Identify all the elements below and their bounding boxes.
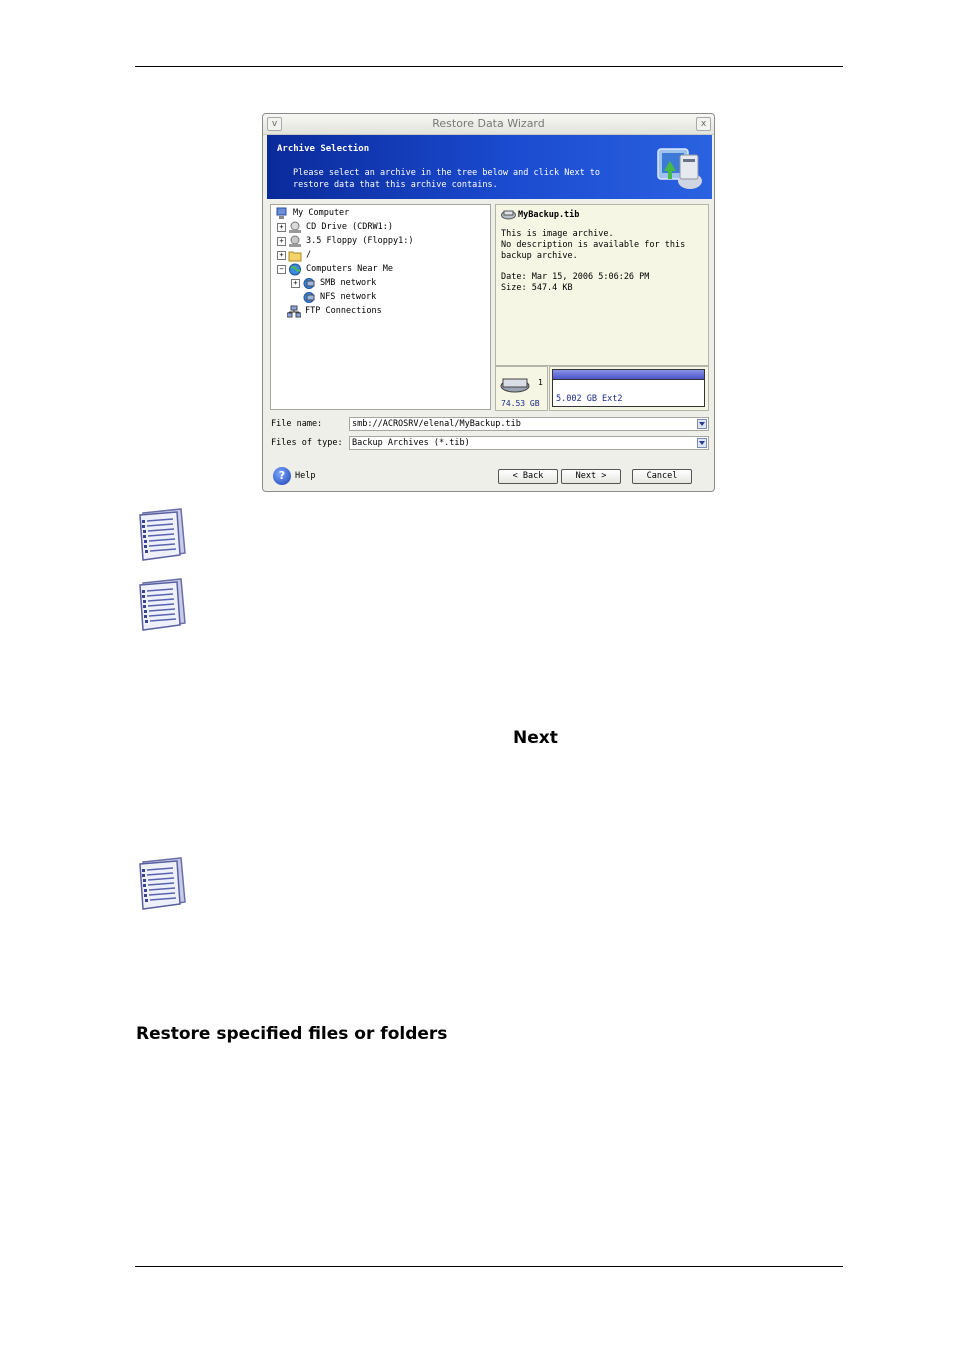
collapse-toggle[interactable]: −	[277, 264, 286, 274]
tree-item-label: Computers Near Me	[306, 264, 393, 274]
tree-item-label: 3.5 Floppy (Floppy1:)	[306, 236, 414, 246]
help-label: Help	[295, 471, 316, 481]
footer-rule	[135, 1266, 843, 1267]
expand-toggle[interactable]: +	[277, 236, 286, 246]
tree-item-computers-near-me[interactable]: − Computers Near Me	[277, 262, 393, 276]
next-keyword: Next	[513, 728, 558, 748]
file-name-combo[interactable]: smb://ACROSRV/elenal/MyBackup.tib	[349, 417, 709, 431]
banner-description: Please select an archive in the tree bel…	[293, 167, 633, 191]
tree-item-label: SMB network	[320, 278, 377, 288]
archive-desc-line2: No description is available for this	[501, 240, 686, 250]
tree-item-smb-network[interactable]: + SMB network	[291, 276, 376, 290]
tree-item-label: NFS network	[320, 292, 377, 302]
computer-icon	[276, 207, 287, 219]
chevron-down-icon[interactable]	[697, 438, 707, 448]
restore-data-wizard-dialog: v Restore Data Wizard x Archive Selectio…	[262, 113, 715, 492]
tree-item-label: FTP Connections	[305, 306, 382, 316]
network-icon	[303, 291, 315, 303]
disk-panel: 1 74.53 GB	[495, 366, 548, 411]
archive-info-panel: MyBackup.tib This is image archive. No d…	[495, 204, 709, 366]
network-icon	[303, 277, 315, 289]
tree-item-label: /	[306, 250, 312, 260]
tree-item-my-computer[interactable]: My Computer	[275, 206, 349, 220]
banner-title: Archive Selection	[277, 144, 370, 154]
next-button[interactable]: Next >	[561, 469, 621, 484]
archive-size: Size: 547.4 KB	[501, 283, 573, 293]
disk-capacity: 74.53 GB	[501, 399, 540, 408]
archive-date: Date: Mar 15, 2006 5:06:26 PM	[501, 272, 650, 282]
tree-item-ftp-connections[interactable]: FTP Connections	[287, 304, 382, 318]
partition-label: 5.002 GB Ext2	[556, 394, 623, 404]
close-button[interactable]: x	[696, 117, 711, 131]
floppy-icon	[289, 235, 301, 247]
banner-description-line2: restore data that this archive contains.	[293, 180, 498, 190]
header-rule	[135, 66, 843, 67]
files-of-type-value: Backup Archives (*.tib)	[352, 438, 470, 448]
tree-item-label: CD Drive (CDRW1:)	[306, 222, 393, 232]
wizard-banner: Archive Selection Please select an archi…	[267, 135, 712, 199]
titlebar: v Restore Data Wizard x	[263, 114, 714, 135]
chevron-down-icon[interactable]	[697, 419, 707, 429]
help-button[interactable]: ? Help	[273, 467, 315, 485]
expand-toggle[interactable]: +	[291, 278, 300, 288]
note-icon	[139, 857, 186, 910]
section-heading: Restore specified files or folders	[136, 1024, 448, 1044]
tree-item-cd-drive[interactable]: + CD Drive (CDRW1:)	[277, 220, 393, 234]
back-button[interactable]: < Back	[498, 469, 558, 484]
disk-number: 1	[538, 378, 543, 387]
tree-item-label: My Computer	[293, 208, 350, 218]
partition-usage-bar	[553, 370, 704, 380]
archive-icon	[501, 210, 516, 220]
cd-drive-icon	[289, 221, 301, 233]
file-name-value: smb://ACROSRV/elenal/MyBackup.tib	[352, 419, 521, 429]
help-icon: ?	[273, 467, 291, 485]
files-of-type-label: Files of type:	[271, 438, 343, 448]
partition-block[interactable]: 5.002 GB Ext2	[552, 369, 705, 407]
expand-toggle[interactable]: +	[277, 250, 286, 260]
archive-desc-line3: backup archive.	[501, 251, 578, 261]
globe-icon	[289, 263, 301, 275]
note-icon	[139, 578, 186, 631]
folder-icon	[288, 251, 302, 261]
partition-panel[interactable]: 5.002 GB Ext2	[549, 366, 709, 411]
file-name-label: File name:	[271, 419, 323, 429]
archive-desc-line1: This is image archive.	[501, 229, 614, 239]
cancel-button[interactable]: Cancel	[632, 469, 692, 484]
restore-wizard-icon	[657, 148, 702, 189]
dialog-title: Restore Data Wizard	[432, 117, 545, 130]
archive-tree[interactable]: My Computer + CD Drive (CDRW1:) + 3.5 Fl…	[270, 204, 491, 410]
banner-description-line1: Please select an archive in the tree bel…	[293, 168, 601, 178]
files-of-type-combo[interactable]: Backup Archives (*.tib)	[349, 436, 709, 450]
expand-toggle[interactable]: +	[277, 222, 286, 232]
tree-item-floppy[interactable]: + 3.5 Floppy (Floppy1:)	[277, 234, 413, 248]
ftp-icon	[287, 305, 301, 317]
tree-item-nfs-network[interactable]: NFS network	[302, 290, 376, 304]
archive-name: MyBackup.tib	[518, 210, 580, 220]
hard-disk-icon	[500, 378, 530, 393]
tree-item-root-folder[interactable]: + /	[277, 248, 311, 262]
note-icon	[139, 508, 186, 561]
